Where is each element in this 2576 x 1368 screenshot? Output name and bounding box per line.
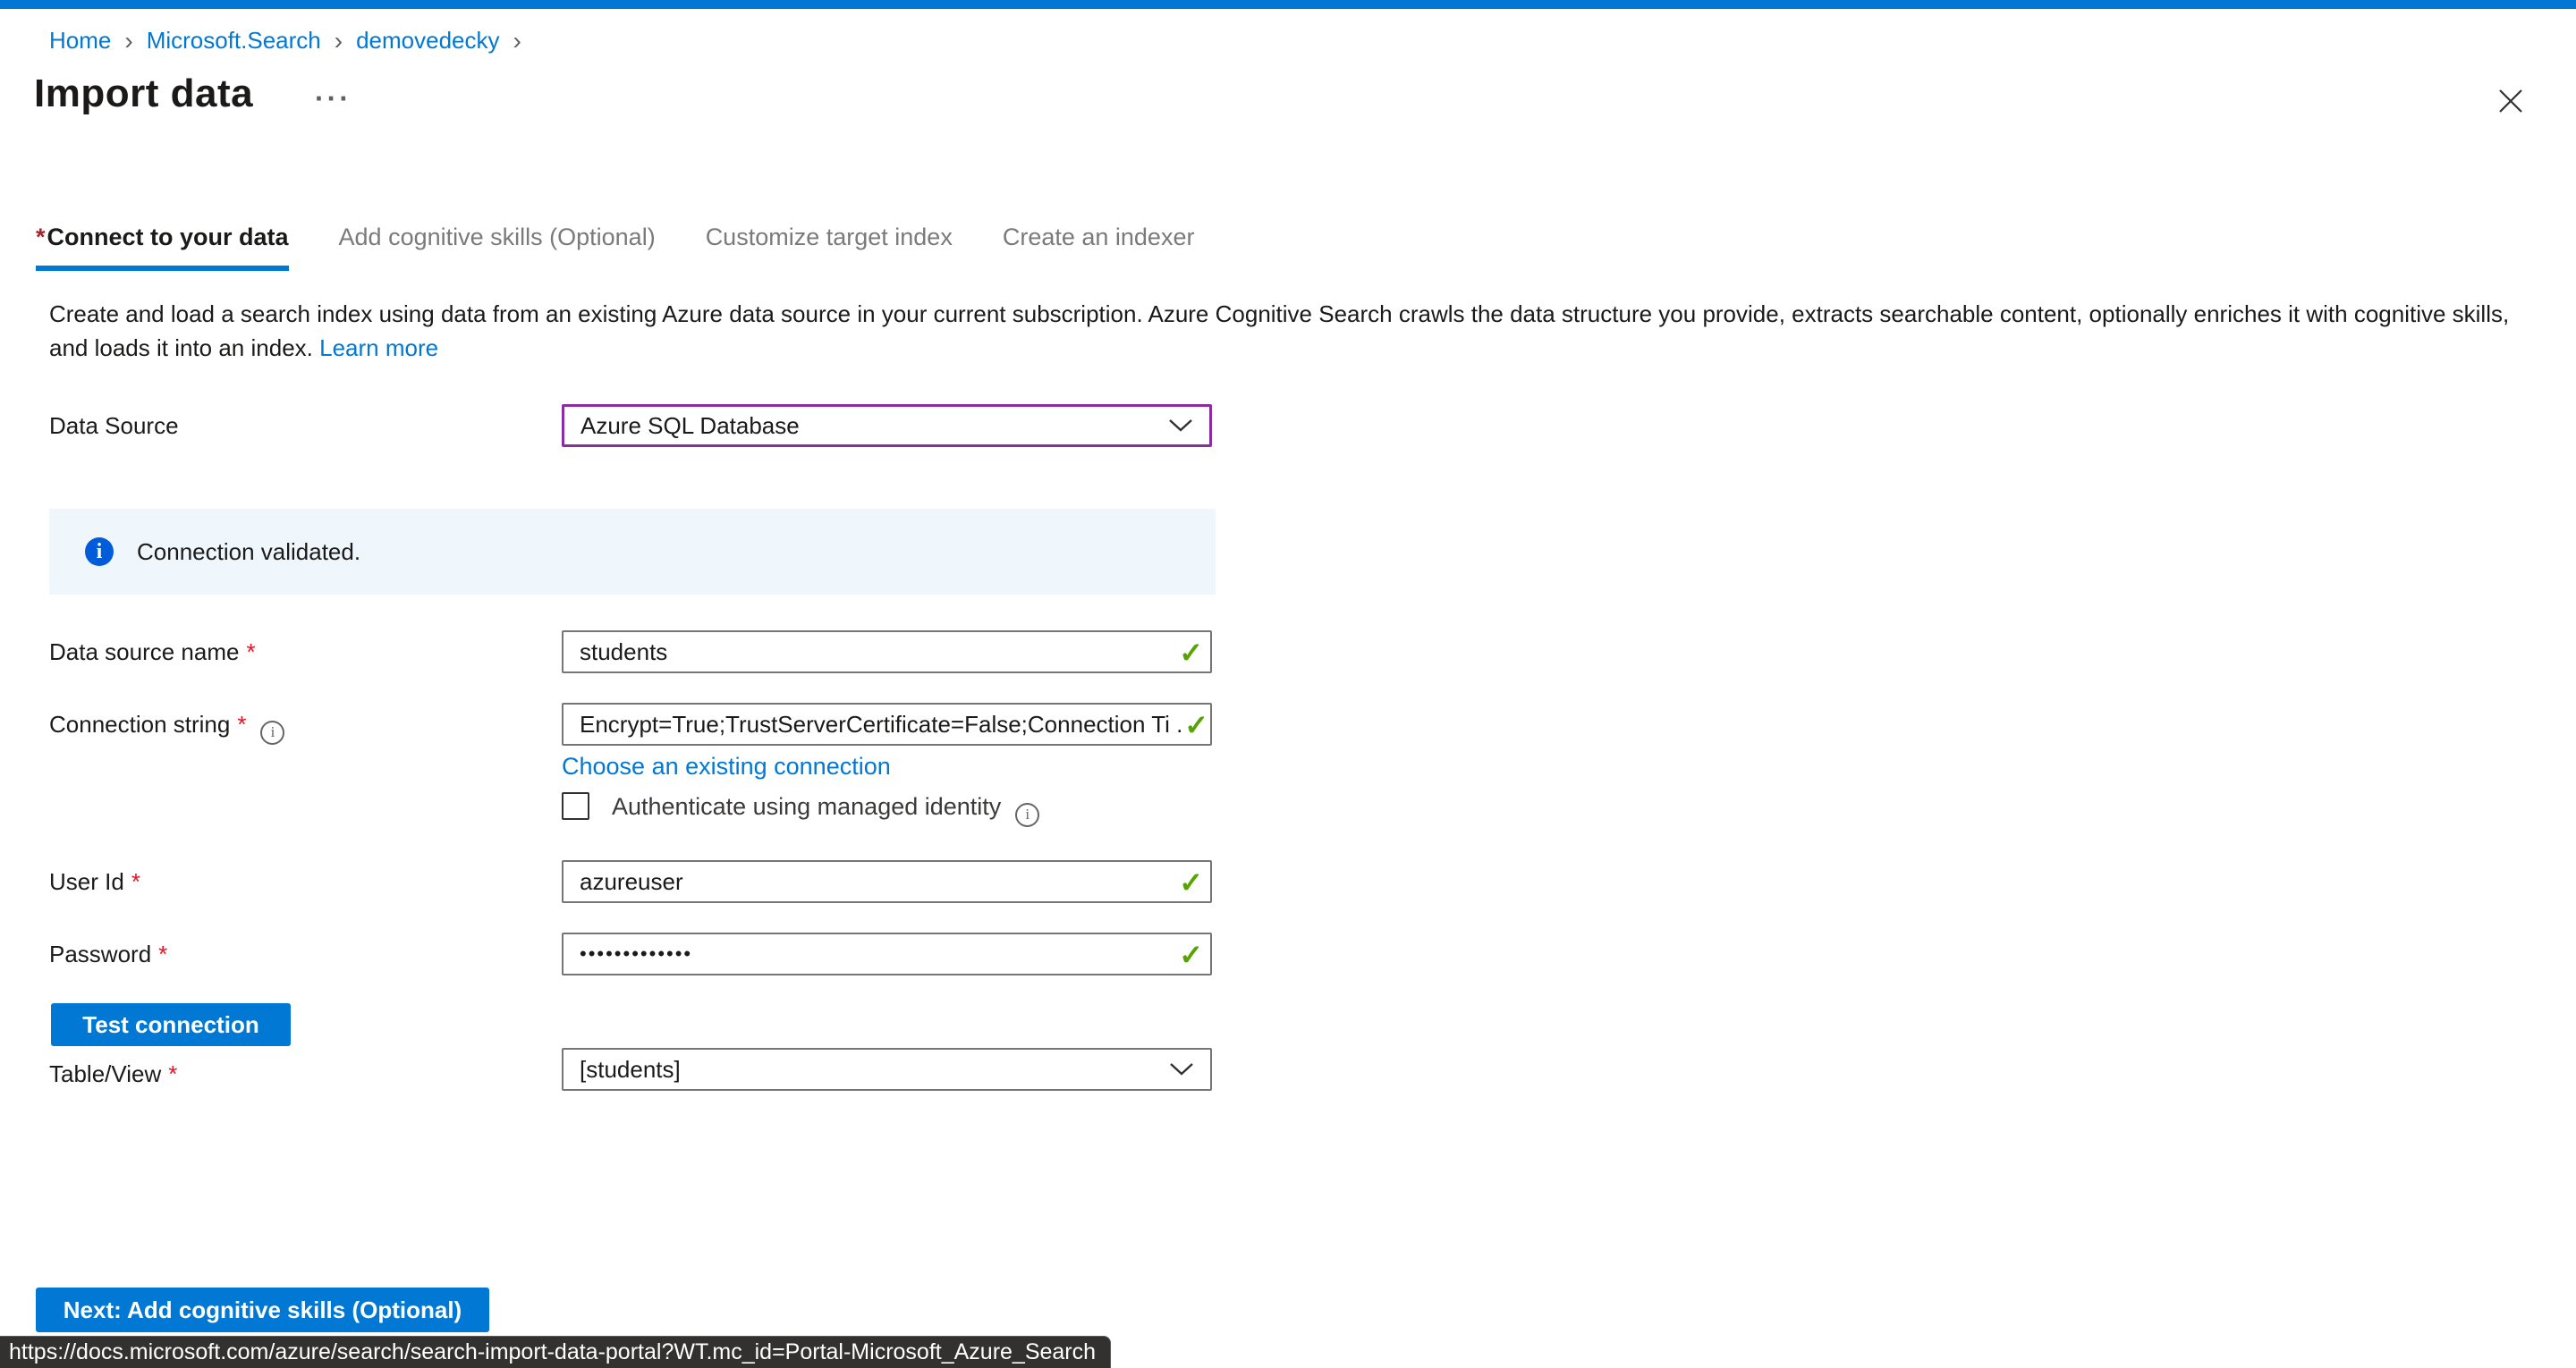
data-source-name-label: Data source name	[49, 638, 239, 665]
breadcrumb: Home › Microsoft.Search › demovedecky ›	[49, 27, 521, 55]
tab-add-cognitive-skills[interactable]: Add cognitive skills (Optional)	[339, 224, 656, 271]
info-icon[interactable]: i	[1015, 803, 1039, 827]
user-id-field: ✓	[562, 860, 1212, 903]
data-source-row: Data Source Azure SQL Database	[0, 404, 2576, 447]
intro-description: Create and load a search index using dat…	[49, 297, 2529, 365]
valid-check-icon: ✓	[1179, 636, 1203, 670]
close-icon[interactable]	[2496, 86, 2526, 116]
required-marker: *	[246, 638, 255, 665]
managed-identity-label: Authenticate using managed identity	[612, 793, 1001, 820]
learn-more-link[interactable]: Learn more	[319, 334, 438, 361]
password-field: ✓	[562, 933, 1212, 975]
required-marker: *	[237, 711, 246, 738]
table-view-row: Table/View * [students]	[0, 1048, 2576, 1091]
data-source-name-input[interactable]	[564, 632, 1210, 671]
wizard-tabs: *Connect to your data Add cognitive skil…	[36, 224, 1194, 271]
table-view-label: Table/View	[49, 1060, 161, 1087]
data-source-name-field: ✓	[562, 630, 1212, 673]
data-source-value: Azure SQL Database	[580, 412, 800, 440]
data-source-name-row: Data source name * ✓	[0, 630, 2576, 673]
tab-label: Connect to your data	[47, 224, 289, 250]
valid-check-icon: ✓	[1179, 938, 1203, 972]
tab-customize-target-index[interactable]: Customize target index	[706, 224, 953, 271]
info-icon: i	[85, 537, 114, 566]
password-row: Password * ✓	[0, 933, 2576, 975]
required-marker: *	[131, 868, 140, 895]
password-input[interactable]	[564, 934, 1210, 974]
managed-identity-row: Authenticate using managed identityi	[0, 791, 2576, 822]
data-source-dropdown[interactable]: Azure SQL Database	[562, 404, 1212, 447]
test-connection-button[interactable]: Test connection	[51, 1003, 291, 1046]
required-marker: *	[168, 1060, 177, 1087]
breadcrumb-separator-icon: ›	[335, 30, 343, 53]
breadcrumb-home[interactable]: Home	[49, 27, 111, 55]
user-id-label: User Id	[49, 868, 124, 895]
info-icon[interactable]: i	[260, 721, 284, 745]
choose-existing-connection-link[interactable]: Choose an existing connection	[562, 753, 891, 781]
connection-validated-banner: i Connection validated.	[49, 509, 1216, 595]
azure-top-bar	[0, 0, 2576, 9]
connection-string-input[interactable]	[564, 705, 1210, 744]
import-data-page: Home › Microsoft.Search › demovedecky › …	[0, 0, 2576, 1368]
chevron-down-icon	[1169, 1062, 1194, 1077]
data-source-label: Data Source	[49, 404, 179, 447]
breadcrumb-separator-icon: ›	[513, 30, 521, 53]
valid-check-icon: ✓	[1184, 708, 1208, 742]
table-view-dropdown[interactable]: [students]	[562, 1048, 1212, 1091]
connection-string-field: ✓	[562, 703, 1212, 746]
tab-connect-to-your-data[interactable]: *Connect to your data	[36, 224, 289, 271]
tab-create-an-indexer[interactable]: Create an indexer	[1003, 224, 1195, 271]
required-marker: *	[36, 224, 46, 250]
page-title: Import data	[34, 72, 253, 116]
connection-string-label: Connection string	[49, 711, 230, 738]
banner-message: Connection validated.	[137, 538, 360, 566]
required-marker: *	[158, 941, 167, 967]
connection-string-row: Connection string * i ✓	[0, 703, 2576, 746]
next-add-cognitive-skills-button[interactable]: Next: Add cognitive skills (Optional)	[36, 1288, 489, 1332]
user-id-row: User Id * ✓	[0, 860, 2576, 903]
tab-label: Create an indexer	[1003, 224, 1195, 250]
table-view-value: [students]	[580, 1056, 681, 1084]
breadcrumb-separator-icon: ›	[124, 30, 132, 53]
tab-label: Add cognitive skills (Optional)	[339, 224, 656, 250]
user-id-input[interactable]	[564, 862, 1210, 901]
link-preview-status-bar: https://docs.microsoft.com/azure/search/…	[0, 1336, 1111, 1368]
breadcrumb-demovedecky[interactable]: demovedecky	[356, 27, 499, 55]
managed-identity-checkbox[interactable]	[562, 792, 589, 820]
password-label: Password	[49, 941, 151, 967]
valid-check-icon: ✓	[1179, 866, 1203, 899]
breadcrumb-microsoft-search[interactable]: Microsoft.Search	[147, 27, 321, 55]
chevron-down-icon	[1168, 418, 1193, 433]
more-menu-icon[interactable]: ···	[315, 82, 352, 115]
tab-label: Customize target index	[706, 224, 953, 250]
